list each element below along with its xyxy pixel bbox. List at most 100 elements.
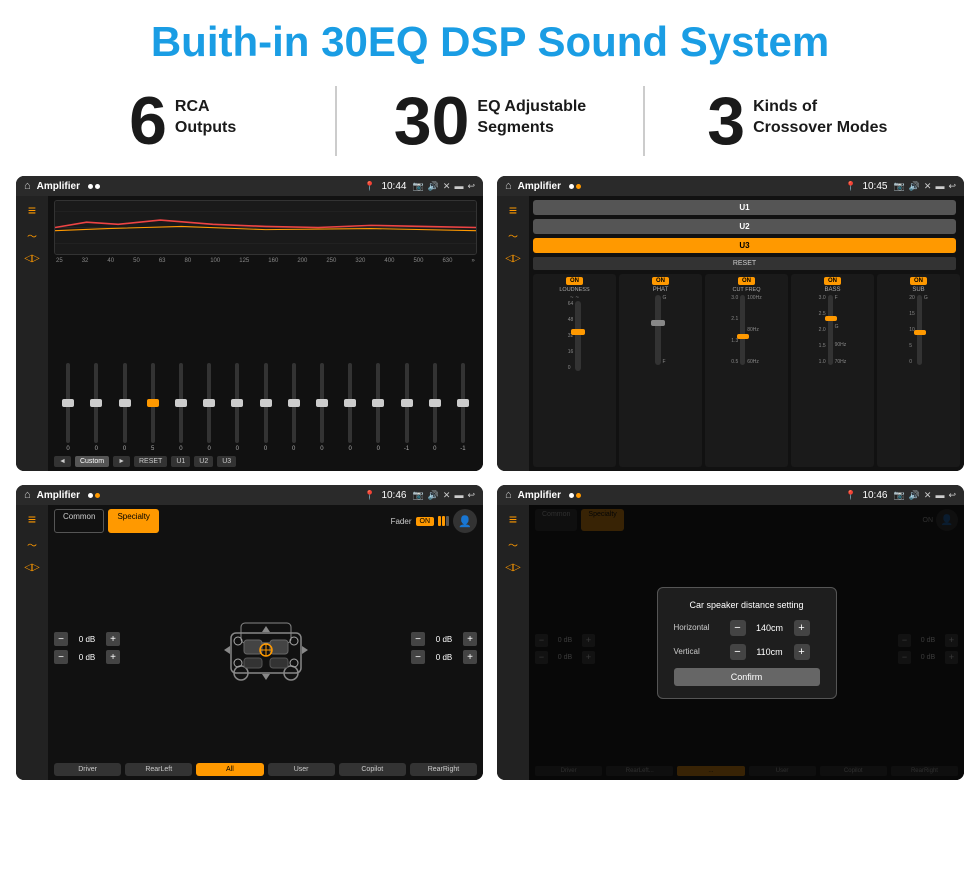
- amp-close-icon[interactable]: ✕: [924, 181, 932, 192]
- slider-6[interactable]: 0: [197, 363, 221, 452]
- minimize-icon[interactable]: ▬: [454, 181, 463, 192]
- crossover-dot-1: [88, 493, 93, 498]
- eq-sidebar-icon-2[interactable]: 〜: [27, 228, 37, 243]
- slider-2[interactable]: 0: [84, 363, 108, 452]
- ch-bass-on[interactable]: ON: [824, 277, 841, 285]
- eq-content: ≡ 〜 ◁▷: [16, 196, 483, 471]
- driver-btn[interactable]: Driver: [54, 763, 121, 776]
- slider-14[interactable]: 0: [423, 363, 447, 452]
- preset-u3[interactable]: U3: [533, 238, 956, 253]
- crossover-sidebar-icon-1[interactable]: ≡: [28, 511, 36, 527]
- crossover-close-icon[interactable]: ✕: [443, 490, 451, 501]
- vertical-plus[interactable]: +: [794, 644, 810, 660]
- slider-10[interactable]: 0: [310, 363, 334, 452]
- amp-reset[interactable]: RESET: [533, 257, 956, 270]
- settings-icon[interactable]: 👤: [453, 509, 477, 533]
- slider-3[interactable]: 0: [112, 363, 136, 452]
- db1-plus[interactable]: +: [106, 632, 120, 646]
- confirm-button[interactable]: Confirm: [674, 668, 820, 686]
- distance-sidebar-icon-3[interactable]: ◁▷: [505, 562, 520, 573]
- crossover-sidebar-icon-2[interactable]: 〜: [27, 537, 37, 552]
- amp-sidebar-icon-3[interactable]: ◁▷: [505, 253, 520, 264]
- slider-4[interactable]: 5: [141, 363, 165, 452]
- slider-5[interactable]: 0: [169, 363, 193, 452]
- db4-minus[interactable]: −: [411, 650, 425, 664]
- crossover-sidebar: ≡ 〜 ◁▷: [16, 505, 48, 780]
- amp-sidebar-icon-1[interactable]: ≡: [509, 202, 517, 218]
- distance-minimize-icon[interactable]: ▬: [935, 490, 944, 501]
- distance-home-icon[interactable]: ⌂: [505, 489, 512, 501]
- distance-sidebar-icon-1[interactable]: ≡: [509, 511, 517, 527]
- u2-button[interactable]: U2: [194, 456, 213, 467]
- slider-7[interactable]: 0: [225, 363, 249, 452]
- rearright-btn[interactable]: RearRight: [410, 763, 477, 776]
- play-button[interactable]: ►: [113, 456, 130, 467]
- user-btn[interactable]: User: [268, 763, 335, 776]
- rearleft-btn[interactable]: RearLeft: [125, 763, 192, 776]
- db2-value: 0 dB: [72, 653, 102, 662]
- u3-button[interactable]: U3: [217, 456, 236, 467]
- slider-11[interactable]: 0: [338, 363, 362, 452]
- amp-minimize-icon[interactable]: ▬: [935, 181, 944, 192]
- u1-button[interactable]: U1: [171, 456, 190, 467]
- distance-back-icon[interactable]: ↩: [948, 490, 956, 501]
- copilot-btn[interactable]: Copilot: [339, 763, 406, 776]
- all-btn[interactable]: All: [196, 763, 263, 776]
- distance-modal-overlay: Car speaker distance setting Horizontal …: [529, 505, 964, 780]
- horizontal-minus[interactable]: −: [730, 620, 746, 636]
- close-icon[interactable]: ✕: [443, 181, 451, 192]
- db4-plus[interactable]: +: [463, 650, 477, 664]
- db-row-4: − 0 dB +: [411, 650, 477, 664]
- crossover-home-icon[interactable]: ⌂: [24, 489, 31, 501]
- home-icon[interactable]: ⌂: [24, 180, 31, 192]
- eq-sidebar-icon-1[interactable]: ≡: [28, 202, 36, 218]
- slider-1[interactable]: 0: [56, 363, 80, 452]
- ch-loudness-on[interactable]: ON: [566, 277, 583, 285]
- distance-close-icon[interactable]: ✕: [924, 490, 932, 501]
- distance-sidebar-icon-2[interactable]: 〜: [508, 537, 518, 552]
- prev-button[interactable]: ◄: [54, 456, 71, 467]
- amp-volume-icon: 🔊: [909, 181, 920, 192]
- amp-home-icon[interactable]: ⌂: [505, 180, 512, 192]
- ch-sub-on[interactable]: ON: [910, 277, 927, 285]
- volume-icon: 🔊: [428, 181, 439, 192]
- slider-15[interactable]: -1: [451, 363, 475, 452]
- crossover-status-icons: 📷 🔊 ✕ ▬ ↩: [412, 490, 475, 501]
- db2-plus[interactable]: +: [106, 650, 120, 664]
- db1-minus[interactable]: −: [54, 632, 68, 646]
- crossover-minimize-icon[interactable]: ▬: [454, 490, 463, 501]
- amp-sidebar-icon-2[interactable]: 〜: [508, 228, 518, 243]
- ch-cutfreq-on[interactable]: ON: [738, 277, 755, 285]
- slider-9[interactable]: 0: [282, 363, 306, 452]
- tab-specialty[interactable]: Specialty: [108, 509, 158, 533]
- crossover-indicators: [88, 493, 100, 498]
- stat-eq-label: EQ AdjustableSegments: [477, 87, 586, 139]
- stat-divider-1: [335, 86, 337, 156]
- amp-indicators: [569, 184, 581, 189]
- preset-u2[interactable]: U2: [533, 219, 956, 234]
- fader-on[interactable]: ON: [416, 517, 435, 526]
- amp-back-icon[interactable]: ↩: [948, 181, 956, 192]
- vertical-minus[interactable]: −: [730, 644, 746, 660]
- stat-divider-2: [643, 86, 645, 156]
- slider-13[interactable]: -1: [394, 363, 418, 452]
- preset-u1[interactable]: U1: [533, 200, 956, 215]
- db3-minus[interactable]: −: [411, 632, 425, 646]
- slider-12[interactable]: 0: [366, 363, 390, 452]
- crossover-sidebar-icon-3[interactable]: ◁▷: [24, 562, 39, 573]
- distance-modal: Car speaker distance setting Horizontal …: [657, 587, 837, 699]
- ch-phat-on[interactable]: ON: [652, 277, 669, 285]
- tab-common[interactable]: Common: [54, 509, 104, 533]
- slider-8[interactable]: 0: [253, 363, 277, 452]
- reset-button[interactable]: RESET: [134, 456, 167, 467]
- db-row-1: − 0 dB +: [54, 632, 120, 646]
- distance-time: 10:46: [862, 490, 887, 501]
- eq-sidebar-icon-3[interactable]: ◁▷: [24, 253, 39, 264]
- amp-screen: ⌂ Amplifier 📍 10:45 📷 🔊 ✕ ▬ ↩ ≡ 〜 ◁▷: [497, 176, 964, 471]
- crossover-back-icon[interactable]: ↩: [467, 490, 475, 501]
- db3-plus[interactable]: +: [463, 632, 477, 646]
- custom-button[interactable]: Custom: [75, 456, 109, 467]
- back-icon[interactable]: ↩: [467, 181, 475, 192]
- horizontal-plus[interactable]: +: [794, 620, 810, 636]
- db2-minus[interactable]: −: [54, 650, 68, 664]
